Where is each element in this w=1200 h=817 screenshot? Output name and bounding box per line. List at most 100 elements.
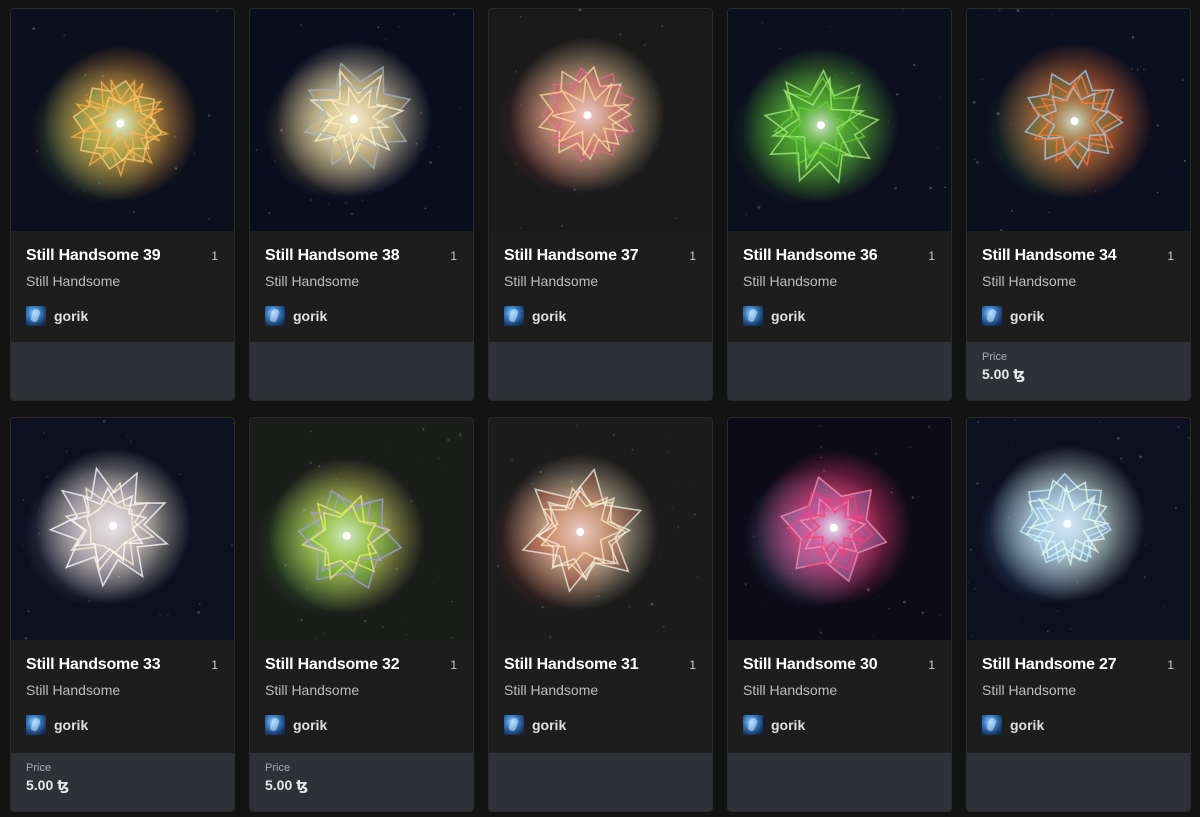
author-link[interactable]: gorik xyxy=(265,306,458,326)
artwork-speckle xyxy=(386,447,388,449)
author-name[interactable]: gorik xyxy=(293,717,327,733)
artwork-speckle xyxy=(158,11,159,12)
artwork-title[interactable]: Still Handsome 27 xyxy=(982,656,1117,674)
author-name[interactable]: gorik xyxy=(1010,717,1044,733)
artwork-speckle xyxy=(969,548,972,551)
artwork-card-7[interactable]: Still Handsome 32 1 Still Handsome gorik… xyxy=(249,417,474,812)
artwork-speckle xyxy=(973,127,975,129)
artwork-card-4[interactable]: Still Handsome 36 1 Still Handsome gorik xyxy=(727,8,952,401)
artwork-speckle xyxy=(678,480,680,482)
artwork-speckle xyxy=(618,32,622,36)
author-avatar xyxy=(504,715,524,735)
collection-name[interactable]: Still Handsome xyxy=(26,273,219,289)
collection-name[interactable]: Still Handsome xyxy=(504,273,697,289)
artwork-thumbnail[interactable] xyxy=(728,418,951,640)
artwork-thumbnail[interactable] xyxy=(11,418,234,640)
artwork-speckle xyxy=(400,18,402,20)
artwork-speckle xyxy=(696,575,699,578)
artwork-thumbnail[interactable] xyxy=(967,418,1190,640)
artwork-card-10[interactable]: Still Handsome 27 1 Still Handsome gorik xyxy=(966,417,1191,812)
artwork-thumbnail[interactable] xyxy=(250,9,473,231)
artwork-speckle xyxy=(38,205,39,206)
author-name[interactable]: gorik xyxy=(532,717,566,733)
artwork-image xyxy=(489,9,712,231)
collection-name[interactable]: Still Handsome xyxy=(265,682,458,698)
artwork-title[interactable]: Still Handsome 37 xyxy=(504,247,639,265)
artwork-speckle xyxy=(404,633,408,636)
edition-count: 1 xyxy=(928,249,935,263)
collection-name[interactable]: Still Handsome xyxy=(743,273,936,289)
artwork-speckle xyxy=(422,428,425,431)
author-link[interactable]: gorik xyxy=(982,306,1175,326)
artwork-speckle xyxy=(33,172,35,174)
author-name[interactable]: gorik xyxy=(771,308,805,324)
collection-name[interactable]: Still Handsome xyxy=(743,682,936,698)
collection-name[interactable]: Still Handsome xyxy=(982,273,1175,289)
author-name[interactable]: gorik xyxy=(1010,308,1044,324)
artwork-speckle xyxy=(229,9,232,12)
artwork-thumbnail[interactable] xyxy=(489,418,712,640)
author-avatar xyxy=(26,715,46,735)
collection-name[interactable]: Still Handsome xyxy=(504,682,697,698)
artwork-speckle xyxy=(819,636,822,639)
artwork-speckle xyxy=(602,17,604,18)
author-name[interactable]: gorik xyxy=(771,717,805,733)
artwork-title[interactable]: Still Handsome 39 xyxy=(26,247,161,265)
artwork-card-3[interactable]: Still Handsome 37 1 Still Handsome gorik xyxy=(488,8,713,401)
author-link[interactable]: gorik xyxy=(504,715,697,735)
collection-name[interactable]: Still Handsome xyxy=(265,273,458,289)
author-avatar xyxy=(743,306,763,326)
author-name[interactable]: gorik xyxy=(54,717,88,733)
artwork-speckle xyxy=(628,605,631,608)
artwork-title[interactable]: Still Handsome 38 xyxy=(265,247,400,265)
artwork-card-6[interactable]: Still Handsome 33 1 Still Handsome gorik… xyxy=(10,417,235,812)
artwork-speckle xyxy=(23,177,24,178)
artwork-speckle xyxy=(779,47,782,50)
artwork-card-8[interactable]: Still Handsome 31 1 Still Handsome gorik xyxy=(488,417,713,812)
artwork-thumbnail[interactable] xyxy=(728,9,951,231)
author-link[interactable]: gorik xyxy=(743,715,936,735)
artwork-speckle xyxy=(381,222,383,224)
artwork-thumbnail[interactable] xyxy=(489,9,712,231)
artwork-speckle xyxy=(549,635,552,639)
author-name[interactable]: gorik xyxy=(532,308,566,324)
artwork-title[interactable]: Still Handsome 31 xyxy=(504,656,639,674)
price-label: Price xyxy=(982,351,1008,363)
artwork-speckle xyxy=(974,158,976,161)
artwork-speckle xyxy=(230,543,234,547)
artwork-title[interactable]: Still Handsome 34 xyxy=(982,247,1117,265)
artwork-card-2[interactable]: Still Handsome 38 1 Still Handsome gorik xyxy=(249,8,474,401)
author-link[interactable]: gorik xyxy=(504,306,697,326)
artwork-speckle xyxy=(819,425,822,427)
price-label: Price xyxy=(26,762,52,774)
artwork-speckle xyxy=(351,212,353,215)
author-link[interactable]: gorik xyxy=(26,306,219,326)
author-link[interactable]: gorik xyxy=(743,306,936,326)
artwork-speckle xyxy=(663,626,665,628)
author-link[interactable]: gorik xyxy=(982,715,1175,735)
author-name[interactable]: gorik xyxy=(54,308,88,324)
artwork-thumbnail[interactable] xyxy=(967,9,1190,231)
artwork-card-9[interactable]: Still Handsome 30 1 Still Handsome gorik xyxy=(727,417,952,812)
artwork-speckle xyxy=(193,152,195,155)
artwork-speckle xyxy=(511,458,513,461)
author-link[interactable]: gorik xyxy=(265,715,458,735)
artwork-speckle xyxy=(661,25,664,27)
author-name[interactable]: gorik xyxy=(293,308,327,324)
artwork-speckle xyxy=(1131,36,1135,39)
artwork-title[interactable]: Still Handsome 30 xyxy=(743,656,878,674)
artwork-title[interactable]: Still Handsome 32 xyxy=(265,656,400,674)
artwork-card-5[interactable]: Still Handsome 34 1 Still Handsome gorik… xyxy=(966,8,1191,401)
artwork-speckle xyxy=(937,226,939,228)
artwork-thumbnail[interactable] xyxy=(11,9,234,231)
artwork-card-1[interactable]: Still Handsome 39 1 Still Handsome gorik xyxy=(10,8,235,401)
collection-name[interactable]: Still Handsome xyxy=(26,682,219,698)
artwork-speckle xyxy=(131,23,133,25)
artwork-title[interactable]: Still Handsome 36 xyxy=(743,247,878,265)
artwork-thumbnail[interactable] xyxy=(250,418,473,640)
collection-name[interactable]: Still Handsome xyxy=(982,682,1175,698)
artwork-speckle xyxy=(888,607,890,609)
artwork-title[interactable]: Still Handsome 33 xyxy=(26,656,161,674)
artwork-speckle xyxy=(65,450,68,452)
author-link[interactable]: gorik xyxy=(26,715,219,735)
